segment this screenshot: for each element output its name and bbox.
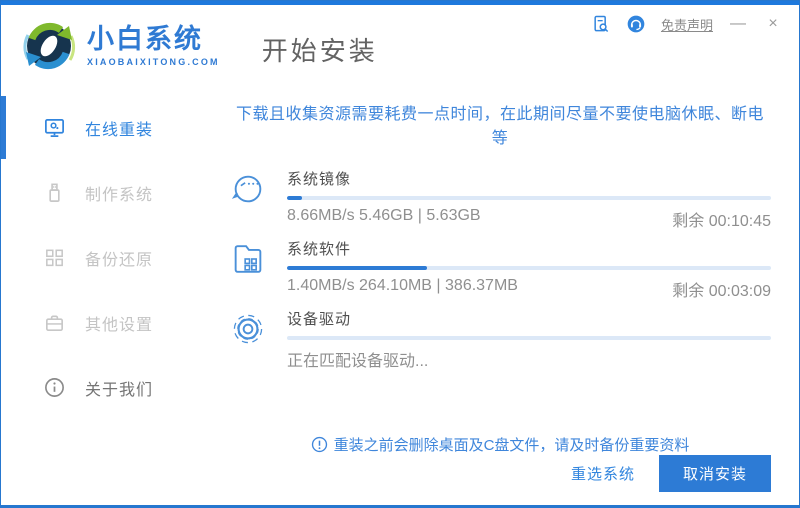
sidebar-item-online-reinstall[interactable]: 在线重装 — [1, 95, 201, 160]
document-search-icon[interactable] — [591, 14, 611, 34]
gear-icon — [229, 308, 271, 371]
progress-bar — [287, 266, 771, 270]
brand-name: 小白系统 — [87, 24, 203, 55]
sidebar-item-label: 关于我们 — [85, 381, 154, 399]
face-bubble-icon — [229, 168, 271, 231]
progress-fill — [287, 266, 428, 270]
sidebar-item-label: 备份还原 — [85, 251, 154, 269]
download-stats: 8.66MB/s 5.46GB | 5.63GB — [287, 207, 481, 224]
monitor-icon — [45, 118, 64, 137]
reselect-system-button[interactable]: 重选系统 — [557, 455, 649, 492]
window-body: 在线重装 制作系统 备份还原 其他设置 关于我们 下载且收集资源需要耗费一点时间… — [1, 87, 799, 505]
info-icon — [45, 378, 64, 397]
footer-actions: 重选系统 取消安装 — [229, 455, 771, 505]
page-title: 开始安装 — [261, 35, 378, 66]
toolbox-icon — [46, 315, 63, 331]
task-body: 系统软件 1.40MB/s 264.10MB | 386.37MB 剩余 00:… — [287, 238, 771, 301]
task-row-device-driver: 设备驱动 正在匹配设备驱动... — [229, 308, 771, 371]
sidebar-item-label: 其他设置 — [85, 316, 154, 334]
sidebar-item-backup-restore[interactable]: 备份还原 — [1, 225, 201, 290]
blocks-icon — [46, 249, 63, 267]
download-warning-text: 下载且收集资源需要耗费一点时间，在此期间尽量不要使电脑休眠、断电等 — [235, 106, 764, 147]
cancel-install-button[interactable]: 取消安装 — [658, 455, 771, 492]
task-row-system-software: 系统软件 1.40MB/s 264.10MB | 386.37MB 剩余 00:… — [229, 238, 771, 301]
header-actions: 免责声明 — × — [591, 14, 783, 34]
time-remaining: 剩余 00:10:45 — [672, 213, 771, 230]
main-content: 下载且收集资源需要耗费一点时间，在此期间尽量不要使电脑休眠、断电等 系统镜像 8… — [201, 87, 799, 505]
task-stats-row: 正在匹配设备驱动... — [287, 347, 771, 371]
progress-bar — [287, 196, 771, 200]
exclamation-circle-icon — [311, 436, 327, 453]
sidebar-item-other-settings[interactable]: 其他设置 — [1, 290, 201, 355]
sidebar-item-label: 制作系统 — [85, 186, 154, 204]
task-row-system-image: 系统镜像 8.66MB/s 5.46GB | 5.63GB 剩余 00:10:4… — [229, 168, 771, 231]
minimize-button[interactable]: — — [728, 14, 748, 34]
task-body: 设备驱动 正在匹配设备驱动... — [287, 308, 771, 371]
app-window: 小白系统 XIAOBAIXITONG.COM 开始安装 免责声明 — × 在线重… — [0, 0, 800, 508]
brand-text: 小白系统 XIAOBAIXITONG.COM — [87, 24, 220, 67]
sidebar-item-label: 在线重装 — [85, 121, 154, 139]
task-stats-row: 8.66MB/s 5.46GB | 5.63GB 剩余 00:10:45 — [287, 207, 771, 231]
progress-fill — [287, 196, 302, 200]
disclaimer-link[interactable]: 免责声明 — [661, 15, 713, 34]
sidebar-item-about-us[interactable]: 关于我们 — [1, 355, 201, 420]
task-body: 系统镜像 8.66MB/s 5.46GB | 5.63GB 剩余 00:10:4… — [287, 168, 771, 231]
brand-domain: XIAOBAIXITONG.COM — [87, 56, 220, 67]
progress-bar — [287, 336, 771, 340]
sidebar: 在线重装 制作系统 备份还原 其他设置 关于我们 — [1, 87, 201, 505]
header: 小白系统 XIAOBAIXITONG.COM 开始安装 免责声明 — × — [1, 5, 799, 87]
driver-status-text: 正在匹配设备驱动... — [287, 353, 429, 370]
customer-service-icon[interactable] — [626, 14, 646, 34]
backup-notice-text: 重装之前会删除桌面及C盘文件，请及时备份重要资料 — [333, 437, 690, 454]
task-stats-row: 1.40MB/s 264.10MB | 386.37MB 剩余 00:03:09 — [287, 277, 771, 301]
download-stats: 1.40MB/s 264.10MB | 386.37MB — [287, 277, 518, 294]
folder-apps-icon — [229, 238, 271, 301]
backup-notice: 重装之前会删除桌面及C盘文件，请及时备份重要资料 — [229, 434, 771, 455]
sidebar-item-make-system[interactable]: 制作系统 — [1, 160, 201, 225]
task-title: 系统软件 — [287, 241, 352, 258]
task-title: 设备驱动 — [287, 311, 352, 328]
task-title: 系统镜像 — [287, 171, 352, 188]
close-button[interactable]: × — [763, 14, 783, 34]
usb-icon — [49, 183, 60, 202]
time-remaining: 剩余 00:03:09 — [672, 283, 771, 300]
brand-logo-icon — [23, 22, 76, 70]
task-list: 系统镜像 8.66MB/s 5.46GB | 5.63GB 剩余 00:10:4… — [229, 168, 771, 378]
active-indicator — [1, 96, 6, 159]
